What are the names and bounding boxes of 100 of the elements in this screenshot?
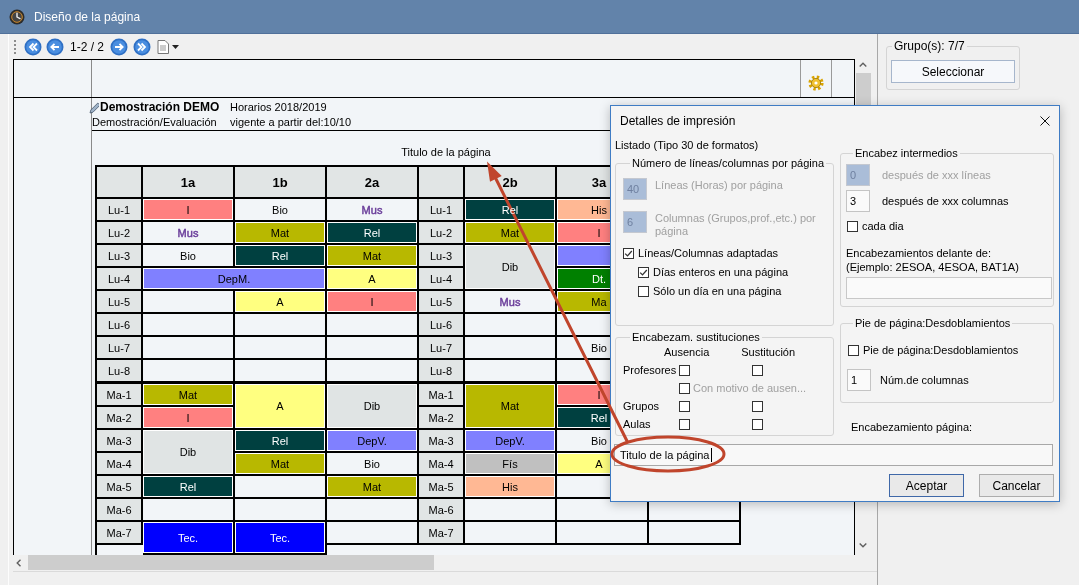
scrollbar-thumb[interactable]: [28, 555, 434, 570]
column-header: 2a: [327, 167, 419, 199]
table-cell: A: [327, 268, 419, 291]
table-cell: Rel: [235, 245, 327, 268]
checkbox[interactable]: [752, 418, 763, 430]
checkbox[interactable]: [679, 400, 690, 412]
table-cell: Tec.: [143, 522, 235, 555]
number-field[interactable]: 3: [846, 190, 870, 212]
field-label: Líneas (Horas) por página: [655, 178, 783, 192]
table-cell: Mat: [235, 453, 327, 476]
table-cell: A: [235, 291, 327, 314]
row-header: Lu-6: [419, 314, 465, 337]
select-button[interactable]: Seleccionar: [891, 60, 1015, 83]
row-header: Ma-5: [419, 476, 465, 499]
close-icon[interactable]: [1040, 116, 1050, 126]
row-header: Ma-4: [97, 453, 143, 476]
field-label: Columnas (Grupos,prof.,etc.) por página: [655, 211, 817, 238]
table-cell: Fís: [465, 453, 557, 476]
page-title: Titulo de la página: [401, 146, 491, 158]
checkbox-label: Días enteros en una página: [653, 266, 789, 278]
left-arrow-icon[interactable]: [46, 37, 64, 56]
scroll-left-icon[interactable]: [16, 559, 22, 567]
page-indicator: 1-2 / 2: [70, 39, 105, 54]
field-label: después de xxx líneas: [882, 169, 991, 181]
group-label: Número de líneas/columnas por página: [631, 156, 825, 170]
number-field[interactable]: 1: [847, 369, 871, 391]
field-label: después de xxx columnas: [882, 195, 1009, 207]
dialog-title: Detalles de impresión: [620, 114, 736, 128]
window-title: Diseño de la página: [34, 9, 141, 24]
field-label: Encabezamientos delante de:: [846, 246, 991, 260]
checkbox[interactable]: [847, 220, 858, 232]
checkbox-label: cada dia: [862, 220, 904, 232]
row-header: Ma-6: [97, 499, 143, 522]
row-header: Lu-2: [419, 222, 465, 245]
cancel-button[interactable]: Cancelar: [979, 474, 1054, 497]
listing-type-label: Listado (Tipo 30 de formatos): [615, 138, 759, 152]
table-cell: Mat: [327, 245, 419, 268]
checkbox[interactable]: [638, 285, 649, 297]
school-name: Demostración DEMO: [100, 100, 220, 115]
checkbox-label: Líneas/Columnas adaptadas: [638, 247, 779, 259]
table-cell: Rel: [327, 222, 419, 245]
row-header: Lu-2: [97, 222, 143, 245]
accept-button[interactable]: Aceptar: [889, 474, 964, 497]
grip-handle[interactable]: [14, 39, 16, 54]
field-label: Núm.de columnas: [880, 374, 969, 386]
row-header: Lu-3: [419, 245, 465, 268]
row-header: Lu-3: [97, 245, 143, 268]
row-header: Lu-1: [97, 199, 143, 222]
checkbox[interactable]: [752, 400, 763, 412]
row-header: Ma-2: [97, 407, 143, 430]
row-header: Lu-5: [419, 291, 465, 314]
table-cell: DepM.: [143, 268, 327, 291]
caret-down-icon[interactable]: [172, 44, 180, 49]
text-field[interactable]: [846, 277, 1052, 299]
checkbox[interactable]: [679, 364, 690, 376]
double-left-arrow-icon[interactable]: [24, 37, 42, 56]
row-header: Lu-7: [419, 337, 465, 360]
table-cell: Mat: [235, 222, 327, 245]
table-cell: A: [235, 384, 327, 430]
row-header: Ma-3: [419, 430, 465, 453]
validity-date: vigente a partir del:10/10: [230, 115, 352, 130]
table-cell: I: [327, 291, 419, 314]
row-header: Lu-4: [97, 268, 143, 291]
group-label: Grupo(s): 7/7: [893, 39, 966, 53]
hint-text: (Ejemplo: 2ESOA, 4ESOA, BAT1A): [846, 260, 1019, 274]
table-cell: Mat: [465, 222, 557, 245]
double-right-arrow-icon[interactable]: [133, 37, 152, 56]
table-cell: Tec.: [235, 522, 327, 555]
checkbox[interactable]: [679, 418, 690, 430]
checkbox[interactable]: [752, 364, 763, 376]
table-cell: Mat: [465, 384, 557, 430]
checkbox-label: Sólo un día en una página: [653, 285, 782, 297]
row-header: Ma-5: [97, 476, 143, 499]
table-cell: DepV.: [465, 430, 557, 453]
row-header: Lu-6: [97, 314, 143, 337]
checkbox-label: Pie de página:Desdoblamientos: [863, 344, 1019, 356]
text-field[interactable]: Titulo de la página: [614, 444, 1053, 466]
right-arrow-icon[interactable]: [110, 37, 129, 56]
school-subtitle: Demostración/Evaluación: [92, 115, 217, 130]
row-header: Ma-2: [419, 407, 465, 430]
document-icon[interactable]: [157, 39, 170, 54]
row-header: Lu-8: [97, 360, 143, 383]
table-cell: Dib: [143, 430, 235, 476]
row-header: Lu-5: [97, 291, 143, 314]
checkbox[interactable]: [638, 266, 649, 278]
column-label: Sustitución: [741, 345, 796, 359]
scroll-down-icon[interactable]: [859, 543, 867, 548]
row-header: Ma-7: [97, 522, 143, 545]
checkbox[interactable]: [848, 344, 859, 356]
row-label: Profesores: [623, 364, 678, 376]
gear-icon[interactable]: [808, 75, 824, 91]
row-header: Lu-1: [419, 199, 465, 222]
column-header: 1a: [143, 167, 235, 199]
row-header: Lu-7: [97, 337, 143, 360]
row-header: Ma-7: [419, 522, 465, 545]
row-header: Ma-4: [419, 453, 465, 476]
checkbox[interactable]: [623, 247, 634, 259]
scroll-up-icon[interactable]: [859, 62, 867, 67]
table-cell: DepV.: [327, 430, 419, 453]
table-cell: Dib: [465, 245, 557, 291]
